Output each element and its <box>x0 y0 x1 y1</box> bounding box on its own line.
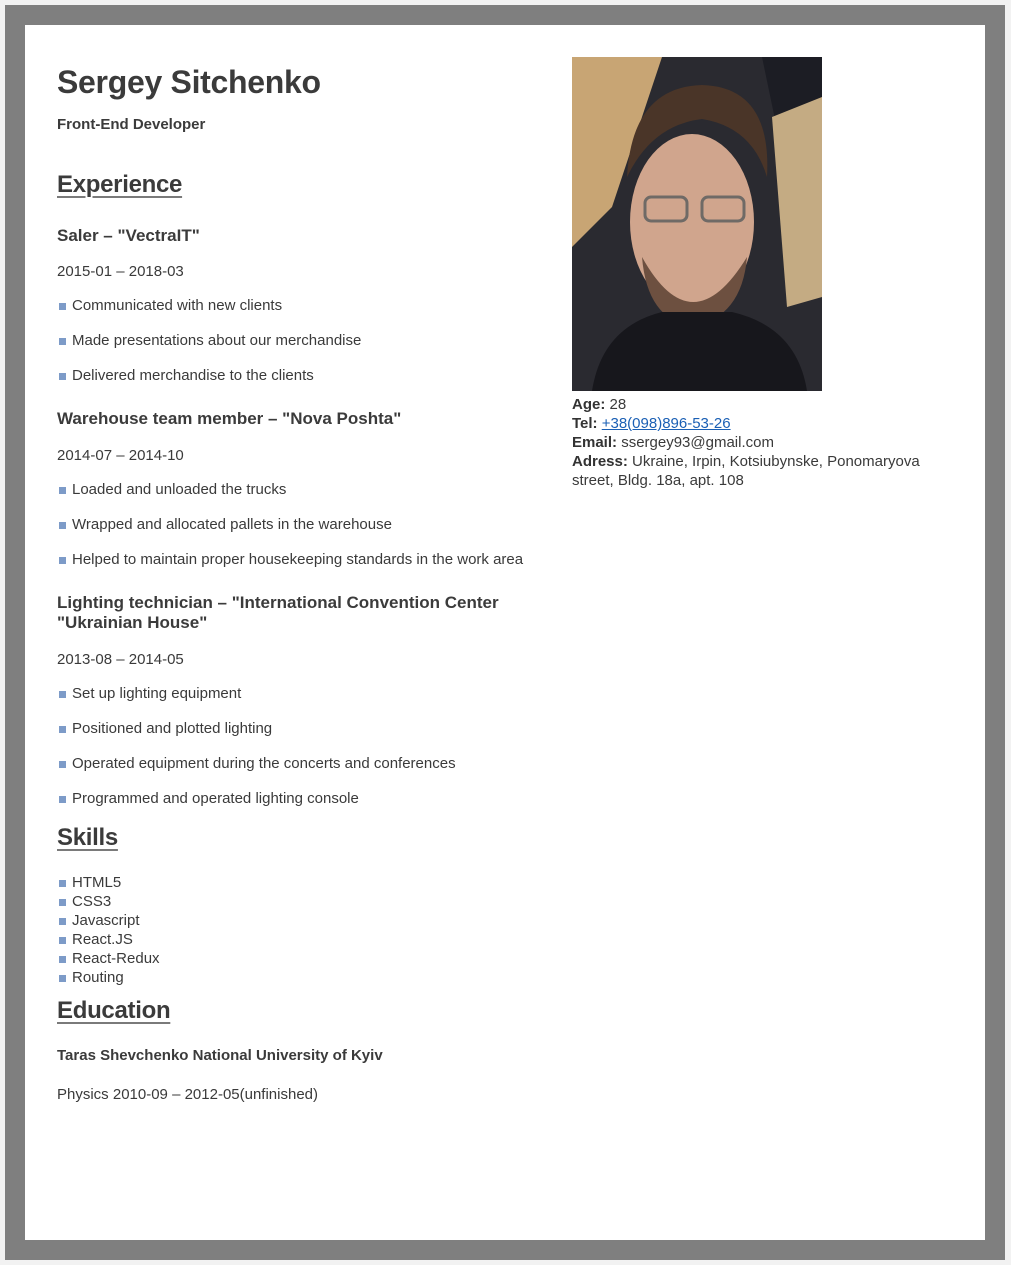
list-item: Routing <box>57 968 527 987</box>
bullet-icon <box>59 760 66 768</box>
duty-text: Operated equipment during the concerts a… <box>72 754 456 772</box>
bullet-icon <box>59 955 66 963</box>
duty-text: Helped to maintain proper housekeeping s… <box>72 550 524 568</box>
list-item: Communicated with new clients <box>57 296 527 315</box>
duty-text: Wrapped and allocated pallets in the war… <box>72 515 392 533</box>
list-item: Set up lighting equipment <box>57 684 527 703</box>
contact-info: Age: 28 Tel: +38(098)896-53-26 Email: ss… <box>572 395 932 490</box>
email-row: Email: ssergey93@gmail.com <box>572 433 932 452</box>
list-item: Loaded and unloaded the trucks <box>57 480 527 499</box>
job-duties: Set up lighting equipment Positioned and… <box>57 684 527 808</box>
age-value: 28 <box>609 396 627 413</box>
address-label: Adress: <box>572 453 628 470</box>
job-dates: 2014-07 – 2014-10 <box>57 446 184 464</box>
education-heading: Education <box>57 996 171 1024</box>
job-entry: Saler – "VectraIT" 2015-01 – 2018-03 Com… <box>57 226 527 385</box>
duty-text: Set up lighting equipment <box>72 684 242 702</box>
bullet-icon <box>59 337 66 345</box>
bullet-icon <box>59 486 66 494</box>
skill-text: CSS3 <box>72 892 112 910</box>
bullet-icon <box>59 795 66 803</box>
list-item: HTML5 <box>57 873 527 892</box>
bullet-icon <box>59 917 66 925</box>
job-dates: 2013-08 – 2014-05 <box>57 650 184 668</box>
list-item: Positioned and plotted lighting <box>57 719 527 738</box>
bullet-icon <box>59 974 66 982</box>
email-value: ssergey93@gmail.com <box>621 434 774 451</box>
list-item: Programmed and operated lighting console <box>57 789 527 808</box>
skills-heading: Skills <box>57 823 118 851</box>
bullet-icon <box>59 936 66 944</box>
skill-text: React.JS <box>72 930 133 948</box>
list-item: React.JS <box>57 930 527 949</box>
skills-list: HTML5 CSS3 Javascript React.JS React-Red… <box>57 873 527 987</box>
skill-text: React-Redux <box>72 949 160 967</box>
job-entry: Lighting technician – "International Con… <box>57 593 527 808</box>
candidate-role: Front-End Developer <box>57 116 206 133</box>
duty-text: Positioned and plotted lighting <box>72 719 273 737</box>
bullet-icon <box>59 690 66 698</box>
bullet-icon <box>59 521 66 529</box>
tel-label: Tel: <box>572 415 598 432</box>
job-title: Saler – "VectraIT" <box>57 225 200 245</box>
list-item: React-Redux <box>57 949 527 968</box>
duty-text: Made presentations about our merchandise <box>72 331 362 349</box>
tel-row: Tel: +38(098)896-53-26 <box>572 414 932 433</box>
experience-heading: Experience <box>57 171 183 198</box>
resume-side-column: Age: 28 Tel: +38(098)896-53-26 Email: ss… <box>572 57 932 490</box>
duty-text: Delivered merchandise to the clients <box>72 366 314 384</box>
age-label: Age: <box>572 396 606 413</box>
address-row: Adress: Ukraine, Irpin, Kotsiubynske, Po… <box>572 452 932 490</box>
profile-photo <box>572 57 822 391</box>
duty-text: Communicated with new clients <box>72 296 283 314</box>
job-duties: Loaded and unloaded the trucks Wrapped a… <box>57 480 527 569</box>
bullet-icon <box>59 879 66 887</box>
list-item: CSS3 <box>57 892 527 911</box>
resume-main-column: Sergey Sitchenko Front-End Developer Exp… <box>57 62 527 1103</box>
bullet-icon <box>59 372 66 380</box>
duty-text: Loaded and unloaded the trucks <box>72 480 287 498</box>
skill-text: Javascript <box>72 911 140 929</box>
skill-text: HTML5 <box>72 873 122 891</box>
email-label: Email: <box>572 434 618 451</box>
portrait-image <box>572 57 822 391</box>
job-dates: 2015-01 – 2018-03 <box>57 262 184 280</box>
bullet-icon <box>59 302 66 310</box>
list-item: Operated equipment during the concerts a… <box>57 754 527 773</box>
bullet-icon <box>59 898 66 906</box>
list-item: Javascript <box>57 911 527 930</box>
bullet-icon <box>59 725 66 733</box>
age-row: Age: 28 <box>572 395 932 414</box>
job-duties: Communicated with new clients Made prese… <box>57 296 527 385</box>
list-item: Made presentations about our merchandise <box>57 331 527 350</box>
list-item: Wrapped and allocated pallets in the war… <box>57 515 527 534</box>
job-entry: Warehouse team member – "Nova Poshta" 20… <box>57 409 527 569</box>
education-detail: Physics 2010-09 – 2012-05(unfinished) <box>57 1086 318 1104</box>
education-school: Taras Shevchenko National University of … <box>57 1047 383 1065</box>
list-item: Helped to maintain proper housekeeping s… <box>57 550 527 569</box>
job-title: Lighting technician – "International Con… <box>57 592 499 632</box>
list-item: Delivered merchandise to the clients <box>57 366 527 385</box>
duty-text: Programmed and operated lighting console <box>72 789 359 807</box>
candidate-name: Sergey Sitchenko <box>57 64 321 100</box>
skill-text: Routing <box>72 968 124 986</box>
bullet-icon <box>59 556 66 564</box>
tel-link[interactable]: +38(098)896-53-26 <box>602 415 731 432</box>
job-title: Warehouse team member – "Nova Poshta" <box>57 408 402 428</box>
